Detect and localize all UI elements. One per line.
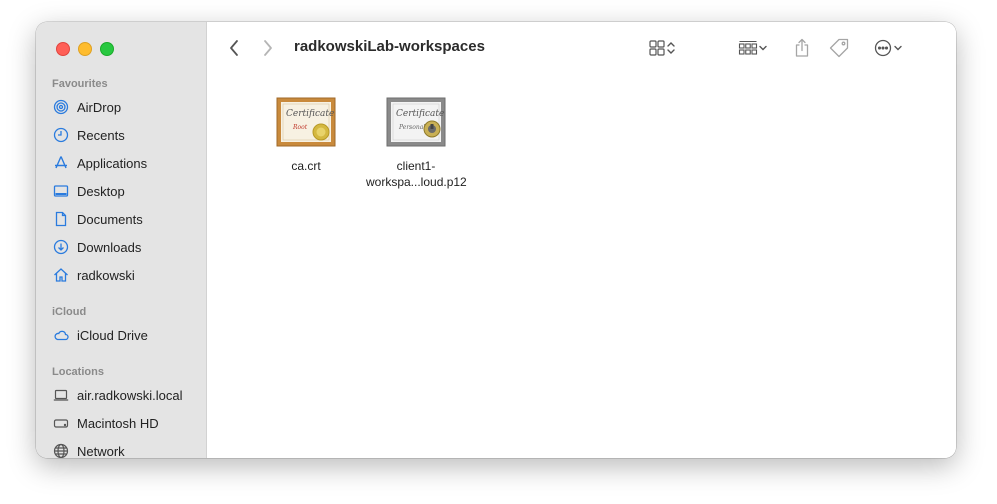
sidebar: Favourites AirDrop Recents Applications … (36, 22, 207, 458)
certificate-word: Certificate (286, 109, 334, 119)
share-button[interactable] (791, 36, 813, 60)
icloud-section-label: iCloud (52, 306, 87, 318)
sidebar-item-label: air.radkowski.local (77, 387, 183, 403)
locations-section-label: Locations (52, 366, 104, 378)
toolbar: radkowskiLab-workspaces (207, 22, 956, 74)
applications-icon (52, 155, 69, 172)
download-icon (52, 239, 69, 256)
sidebar-item-recents[interactable]: Recents (52, 124, 202, 146)
certificate-root-icon: Certificate Root (276, 97, 336, 147)
group-grid-icon (738, 39, 758, 57)
sidebar-item-label: Macintosh HD (77, 415, 159, 431)
sidebar-item-label: Applications (77, 155, 148, 171)
sidebar-item-air-radkowski-local[interactable]: air.radkowski.local (52, 384, 202, 406)
file-name: client1- (396, 159, 436, 173)
favourites-section-label: Favourites (52, 78, 108, 90)
chevron-right-icon (262, 39, 274, 57)
sidebar-item-icloud-drive[interactable]: iCloud Drive (52, 324, 202, 346)
sidebar-item-label: Downloads (77, 239, 142, 255)
disk-icon (52, 415, 69, 432)
certificate-personal-icon: Certificate Personal (386, 97, 446, 147)
sidebar-item-label: iCloud Drive (77, 327, 148, 343)
window-title: radkowskiLab-workspaces (294, 38, 485, 55)
forward-button[interactable] (258, 36, 278, 60)
ellipsis-circle-icon (873, 38, 893, 58)
sidebar-item-label: Desktop (77, 183, 125, 199)
minimize-window-button[interactable] (78, 42, 92, 56)
file-item-client1-p12[interactable]: Certificate Personal client1- workspa...… (366, 96, 467, 190)
close-window-button[interactable] (56, 42, 70, 56)
chevron-updown-icon (666, 41, 676, 55)
home-icon (52, 267, 69, 284)
airdrop-icon (52, 99, 69, 116)
chevron-down-icon (893, 43, 903, 53)
sidebar-item-network[interactable]: Network (52, 440, 202, 458)
group-by-button[interactable] (734, 36, 772, 60)
sidebar-item-label: Recents (77, 127, 125, 143)
chevron-down-icon (758, 43, 768, 53)
document-icon (52, 211, 69, 228)
grid-view-icon (648, 39, 666, 57)
window-controls (56, 42, 114, 56)
finder-window: Favourites AirDrop Recents Applications … (36, 22, 956, 458)
zoom-window-button[interactable] (100, 42, 114, 56)
tag-icon (829, 38, 851, 58)
search-button[interactable] (954, 36, 956, 60)
sidebar-item-macintosh-hd[interactable]: Macintosh HD (52, 412, 202, 434)
sidebar-item-applications[interactable]: Applications (52, 152, 202, 174)
main-content: radkowskiLab-workspaces Certificate Root… (207, 22, 956, 458)
certificate-sub-word: Personal (398, 124, 425, 131)
sidebar-item-label: AirDrop (77, 99, 122, 115)
file-name: ca.crt (291, 159, 321, 173)
tag-button[interactable] (827, 36, 853, 60)
chevron-left-icon (228, 39, 240, 57)
clock-icon (52, 127, 69, 144)
file-name-line2: workspa...loud.p12 (366, 175, 467, 189)
more-actions-button[interactable] (869, 36, 907, 60)
sidebar-item-documents[interactable]: Documents (52, 208, 202, 230)
view-mode-button[interactable] (643, 36, 681, 60)
share-icon (794, 38, 810, 58)
desktop-icon (52, 183, 69, 200)
file-item-ca-crt[interactable]: Certificate Root ca.crt (256, 96, 356, 174)
certificate-sub-word: Root (292, 124, 308, 131)
sidebar-item-downloads[interactable]: Downloads (52, 236, 202, 258)
globe-icon (52, 443, 69, 458)
sidebar-item-label: Documents (77, 211, 143, 227)
sidebar-item-desktop[interactable]: Desktop (52, 180, 202, 202)
sidebar-item-label: radkowski (77, 267, 135, 283)
laptop-icon (52, 387, 69, 404)
sidebar-item-radkowski[interactable]: radkowski (52, 264, 202, 286)
certificate-word: Certificate (396, 109, 444, 119)
sidebar-item-airdrop[interactable]: AirDrop (52, 96, 202, 118)
sidebar-item-label: Network (77, 443, 125, 459)
cloud-icon (52, 327, 69, 344)
back-button[interactable] (224, 36, 244, 60)
